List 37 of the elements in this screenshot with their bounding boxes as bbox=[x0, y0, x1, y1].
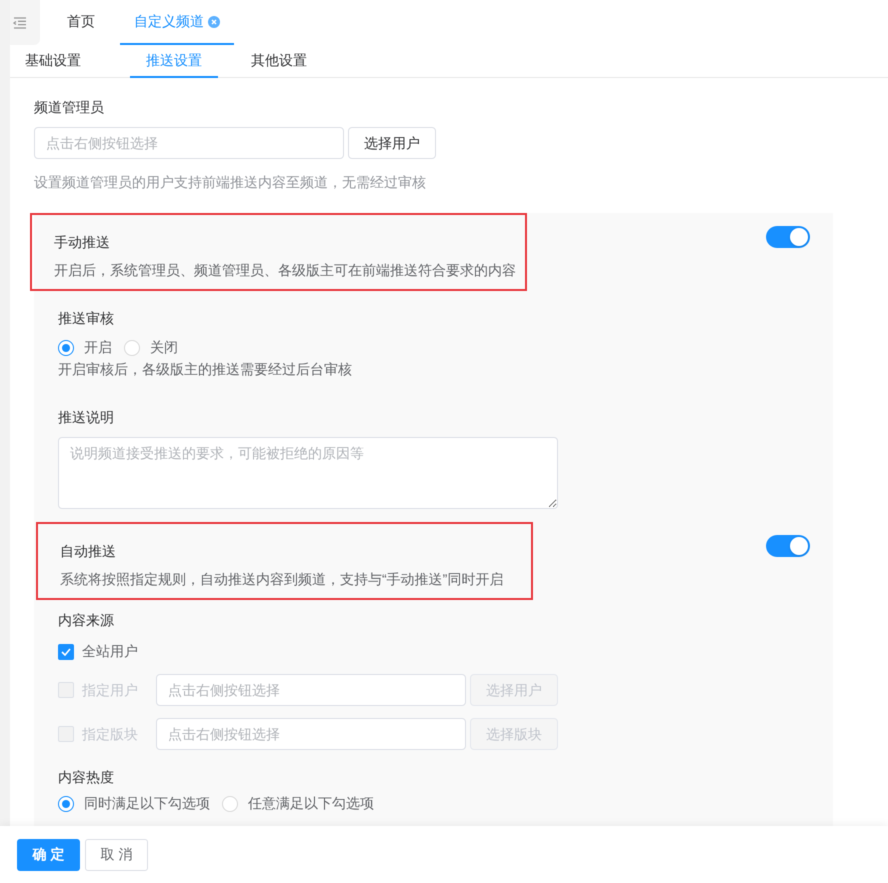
page-tab[interactable]: 自定义频道 bbox=[120, 0, 234, 45]
menu-icon bbox=[13, 16, 27, 28]
push-note-textarea[interactable]: 说明频道接受推送的要求，可能被拒绝的原因等 bbox=[58, 437, 558, 509]
settings-tab[interactable]: 推送设置 bbox=[130, 45, 218, 78]
settings-tab[interactable]: 其他设置 bbox=[235, 45, 323, 78]
close-icon[interactable] bbox=[208, 16, 220, 28]
radio-label: 任意满足以下勾选项 bbox=[248, 794, 374, 813]
checkbox[interactable] bbox=[58, 644, 74, 660]
field-hint: 设置频道管理员的用户支持前端推送内容至频道，无需经过审核 bbox=[34, 173, 427, 192]
toggle-switch[interactable] bbox=[766, 226, 810, 248]
field-label: 内容来源 bbox=[58, 611, 115, 630]
radio-button[interactable] bbox=[58, 796, 74, 812]
field-label: 频道管理员 bbox=[34, 98, 105, 117]
field-label: 内容热度 bbox=[58, 768, 115, 787]
field-hint: 开启审核后，各级版主的推送需要经过后台审核 bbox=[58, 360, 353, 379]
menu-toggle[interactable] bbox=[10, 0, 40, 45]
section-description: 开启后，系统管理员、频道管理员、各级版主可在前端推送符合要求的内容 bbox=[54, 261, 517, 280]
field-label: 推送说明 bbox=[58, 408, 115, 427]
page-tab[interactable]: 首页 bbox=[53, 0, 109, 45]
radio-label: 开启 bbox=[84, 338, 112, 357]
toggle-switch[interactable] bbox=[766, 535, 810, 557]
radio-label: 关闭 bbox=[150, 338, 178, 357]
checkbox-label: 指定用户 bbox=[82, 680, 138, 700]
confirm-button[interactable]: 确 定 bbox=[17, 838, 80, 870]
checkbox-label: 全站用户 bbox=[82, 642, 138, 661]
cancel-button[interactable]: 取 消 bbox=[85, 838, 148, 870]
settings-tab[interactable]: 基础设置 bbox=[25, 45, 113, 78]
section-title: 手动推送 bbox=[54, 233, 111, 252]
admin-input[interactable]: 点击右侧按钮选择 bbox=[34, 127, 344, 159]
checkbox-label: 指定版块 bbox=[82, 724, 138, 744]
check-icon bbox=[61, 648, 71, 656]
radio-button[interactable] bbox=[58, 340, 74, 356]
field-label: 推送审核 bbox=[58, 309, 115, 328]
select-user-button[interactable]: 选择用户 bbox=[348, 127, 436, 159]
radio-label: 同时满足以下勾选项 bbox=[84, 794, 210, 813]
section-description: 系统将按照指定规则，自动推送内容到频道，支持与“手动推送”同时开启 bbox=[60, 570, 504, 589]
section-title: 自动推送 bbox=[60, 542, 117, 561]
